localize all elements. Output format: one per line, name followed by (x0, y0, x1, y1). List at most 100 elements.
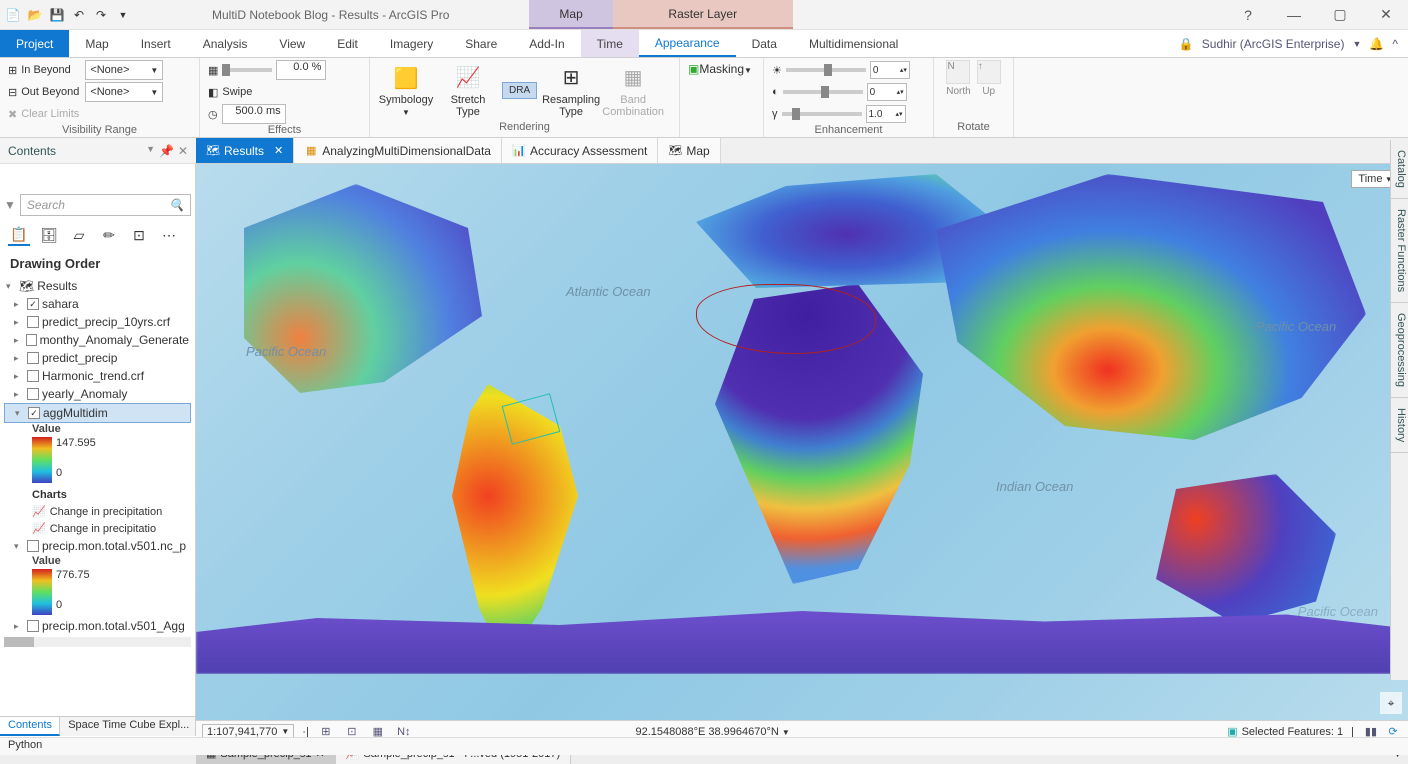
search-input[interactable]: Search 🔍 (20, 194, 191, 216)
open-project-icon[interactable]: 📂 (26, 6, 44, 24)
clear-limits-label: Clear Limits (21, 108, 79, 120)
layer-item[interactable]: ▸monthy_Anomaly_Generate (4, 331, 191, 349)
layer-item[interactable]: ▸predict_precip (4, 349, 191, 367)
notifications-icon[interactable]: 🔔 (1369, 37, 1384, 51)
tab-appearance[interactable]: Appearance (639, 30, 736, 57)
tab-project[interactable]: Project (0, 30, 69, 57)
qat-dropdown-icon[interactable]: ▼ (114, 6, 132, 24)
view-tab-map[interactable]: 🗺 Map (658, 138, 720, 163)
coordinates-display[interactable]: 92.1548088°E 38.9964670°N ▼ (635, 726, 789, 738)
transparency-input[interactable]: 0.0 % (276, 60, 326, 80)
tab-addin[interactable]: Add-In (513, 30, 580, 57)
list-by-editing-icon[interactable]: ✏ (98, 224, 120, 246)
tab-map[interactable]: Map (69, 30, 124, 57)
layer-item-selected[interactable]: ▾✓aggMultidim (4, 403, 191, 423)
view-tab-notebook[interactable]: ▦ AnalyzingMultiDimensionalData (294, 138, 502, 163)
layer-item[interactable]: ▸Harmonic_trend.crf (4, 367, 191, 385)
context-tab-map[interactable]: Map (529, 0, 612, 29)
resampling-type-button[interactable]: ⊞ Resampling Type (543, 61, 599, 121)
ribbon-collapse-icon[interactable]: ^ (1392, 37, 1398, 51)
layer-checkbox[interactable] (27, 388, 39, 400)
pin-icon[interactable]: 📌 (159, 144, 174, 158)
tab-share[interactable]: Share (449, 30, 513, 57)
raster-functions-tab[interactable]: Raster Functions (1391, 199, 1408, 303)
list-by-snapping-icon[interactable]: ⊡ (128, 224, 150, 246)
minimize-icon[interactable]: — (1276, 2, 1312, 28)
contrast-input[interactable]: 0▴▾ (867, 83, 907, 101)
map-view[interactable]: Pacific Ocean Atlantic Ocean Indian Ocea… (196, 164, 1408, 720)
user-chevron-down-icon[interactable]: ▼ (1352, 39, 1361, 49)
tab-view[interactable]: View (263, 30, 321, 57)
tab-analysis[interactable]: Analysis (187, 30, 264, 57)
user-name[interactable]: Sudhir (ArcGIS Enterprise) (1202, 37, 1345, 51)
close-icon[interactable]: ✕ (178, 144, 188, 158)
layer-checkbox[interactable] (27, 370, 39, 382)
tab-data[interactable]: Data (736, 30, 793, 57)
save-icon[interactable]: 💾 (48, 6, 66, 24)
close-tab-icon[interactable]: ✕ (274, 144, 283, 157)
layer-item[interactable]: ▾precip.mon.total.v501.nc_p (4, 537, 191, 555)
rotate-up-button[interactable]: ↑Up (977, 60, 1001, 97)
main-tab-bar: Project Map Insert Analysis View Edit Im… (0, 30, 1408, 58)
brightness-slider[interactable] (786, 68, 866, 72)
symbology-button[interactable]: 🟨 Symbology▼ (378, 61, 434, 121)
redo-icon[interactable]: ↷ (92, 6, 110, 24)
layer-checkbox[interactable] (27, 540, 39, 552)
more-icon[interactable]: ⋯ (158, 224, 180, 246)
tab-edit[interactable]: Edit (321, 30, 374, 57)
list-by-source-icon[interactable]: 🗄 (38, 224, 60, 246)
layer-item[interactable]: ▸✓sahara (4, 295, 191, 313)
geoprocessing-tab[interactable]: Geoprocessing (1391, 303, 1408, 398)
close-icon[interactable]: ✕ (1368, 2, 1404, 28)
new-project-icon[interactable]: 📄 (4, 6, 22, 24)
flicker-input[interactable]: 500.0 ms (222, 104, 286, 124)
list-by-selection-icon[interactable]: ▱ (68, 224, 90, 246)
tab-imagery[interactable]: Imagery (374, 30, 449, 57)
dra-button[interactable]: DRA (502, 82, 537, 99)
band-combination-button[interactable]: ▦ Band Combination (605, 61, 661, 121)
layer-checkbox[interactable] (27, 620, 39, 632)
swipe-icon: ◧ (208, 86, 218, 99)
layer-item[interactable]: ▸yearly_Anomaly (4, 385, 191, 403)
brightness-input[interactable]: 0▴▾ (870, 61, 910, 79)
context-tab-raster[interactable]: Raster Layer (613, 0, 793, 29)
navigator-icon[interactable]: ⌖ (1380, 692, 1402, 714)
view-tab-accuracy[interactable]: 📊 Accuracy Assessment (502, 138, 658, 163)
layer-item[interactable]: ▸precip.mon.total.v501_Agg (4, 617, 191, 635)
catalog-tab[interactable]: Catalog (1391, 140, 1408, 199)
contrast-slider[interactable] (783, 90, 863, 94)
masking-button[interactable]: ▣Masking▼ (688, 62, 752, 76)
tab-multidimensional[interactable]: Multidimensional (793, 30, 914, 57)
horizontal-scrollbar[interactable] (4, 637, 191, 647)
dropdown-icon[interactable]: ▼ (146, 144, 155, 158)
history-tab[interactable]: History (1391, 398, 1408, 453)
chart-item[interactable]: 📈Change in precipitation (4, 503, 191, 520)
layer-checkbox[interactable] (26, 334, 37, 346)
help-icon[interactable]: ? (1230, 2, 1266, 28)
space-time-cube-tab[interactable]: Space Time Cube Expl... (60, 717, 196, 736)
chart-item[interactable]: 📈Change in precipitatio (4, 520, 191, 537)
gamma-slider[interactable] (782, 112, 862, 116)
tab-time[interactable]: Time (581, 30, 639, 57)
filter-icon[interactable]: ▼ (4, 198, 16, 212)
transparency-slider[interactable] (222, 68, 272, 72)
list-by-drawing-order-icon[interactable]: 📋 (8, 224, 30, 246)
swipe-label[interactable]: Swipe (222, 86, 252, 98)
layer-checkbox[interactable] (27, 316, 39, 328)
layer-checkbox[interactable] (27, 352, 39, 364)
view-tab-results[interactable]: 🗺 Results ✕ (196, 138, 294, 163)
color-ramp (32, 437, 52, 483)
contents-footer-tab[interactable]: Contents (0, 717, 60, 736)
out-beyond-combo[interactable]: <None>▼ (85, 82, 163, 102)
layer-checkbox[interactable]: ✓ (27, 298, 39, 310)
gamma-input[interactable]: 1.0▴▾ (866, 105, 906, 123)
stretch-type-button[interactable]: 📈 Stretch Type (440, 61, 496, 121)
undo-icon[interactable]: ↶ (70, 6, 88, 24)
rotate-north-button[interactable]: NNorth (946, 60, 970, 97)
layer-item[interactable]: ▸predict_precip_10yrs.crf (4, 313, 191, 331)
maximize-icon[interactable]: ▢ (1322, 2, 1358, 28)
in-beyond-combo[interactable]: <None>▼ (85, 60, 163, 80)
map-frame-item[interactable]: ▾🗺Results (4, 277, 191, 295)
tab-insert[interactable]: Insert (125, 30, 187, 57)
layer-checkbox[interactable]: ✓ (28, 407, 40, 419)
